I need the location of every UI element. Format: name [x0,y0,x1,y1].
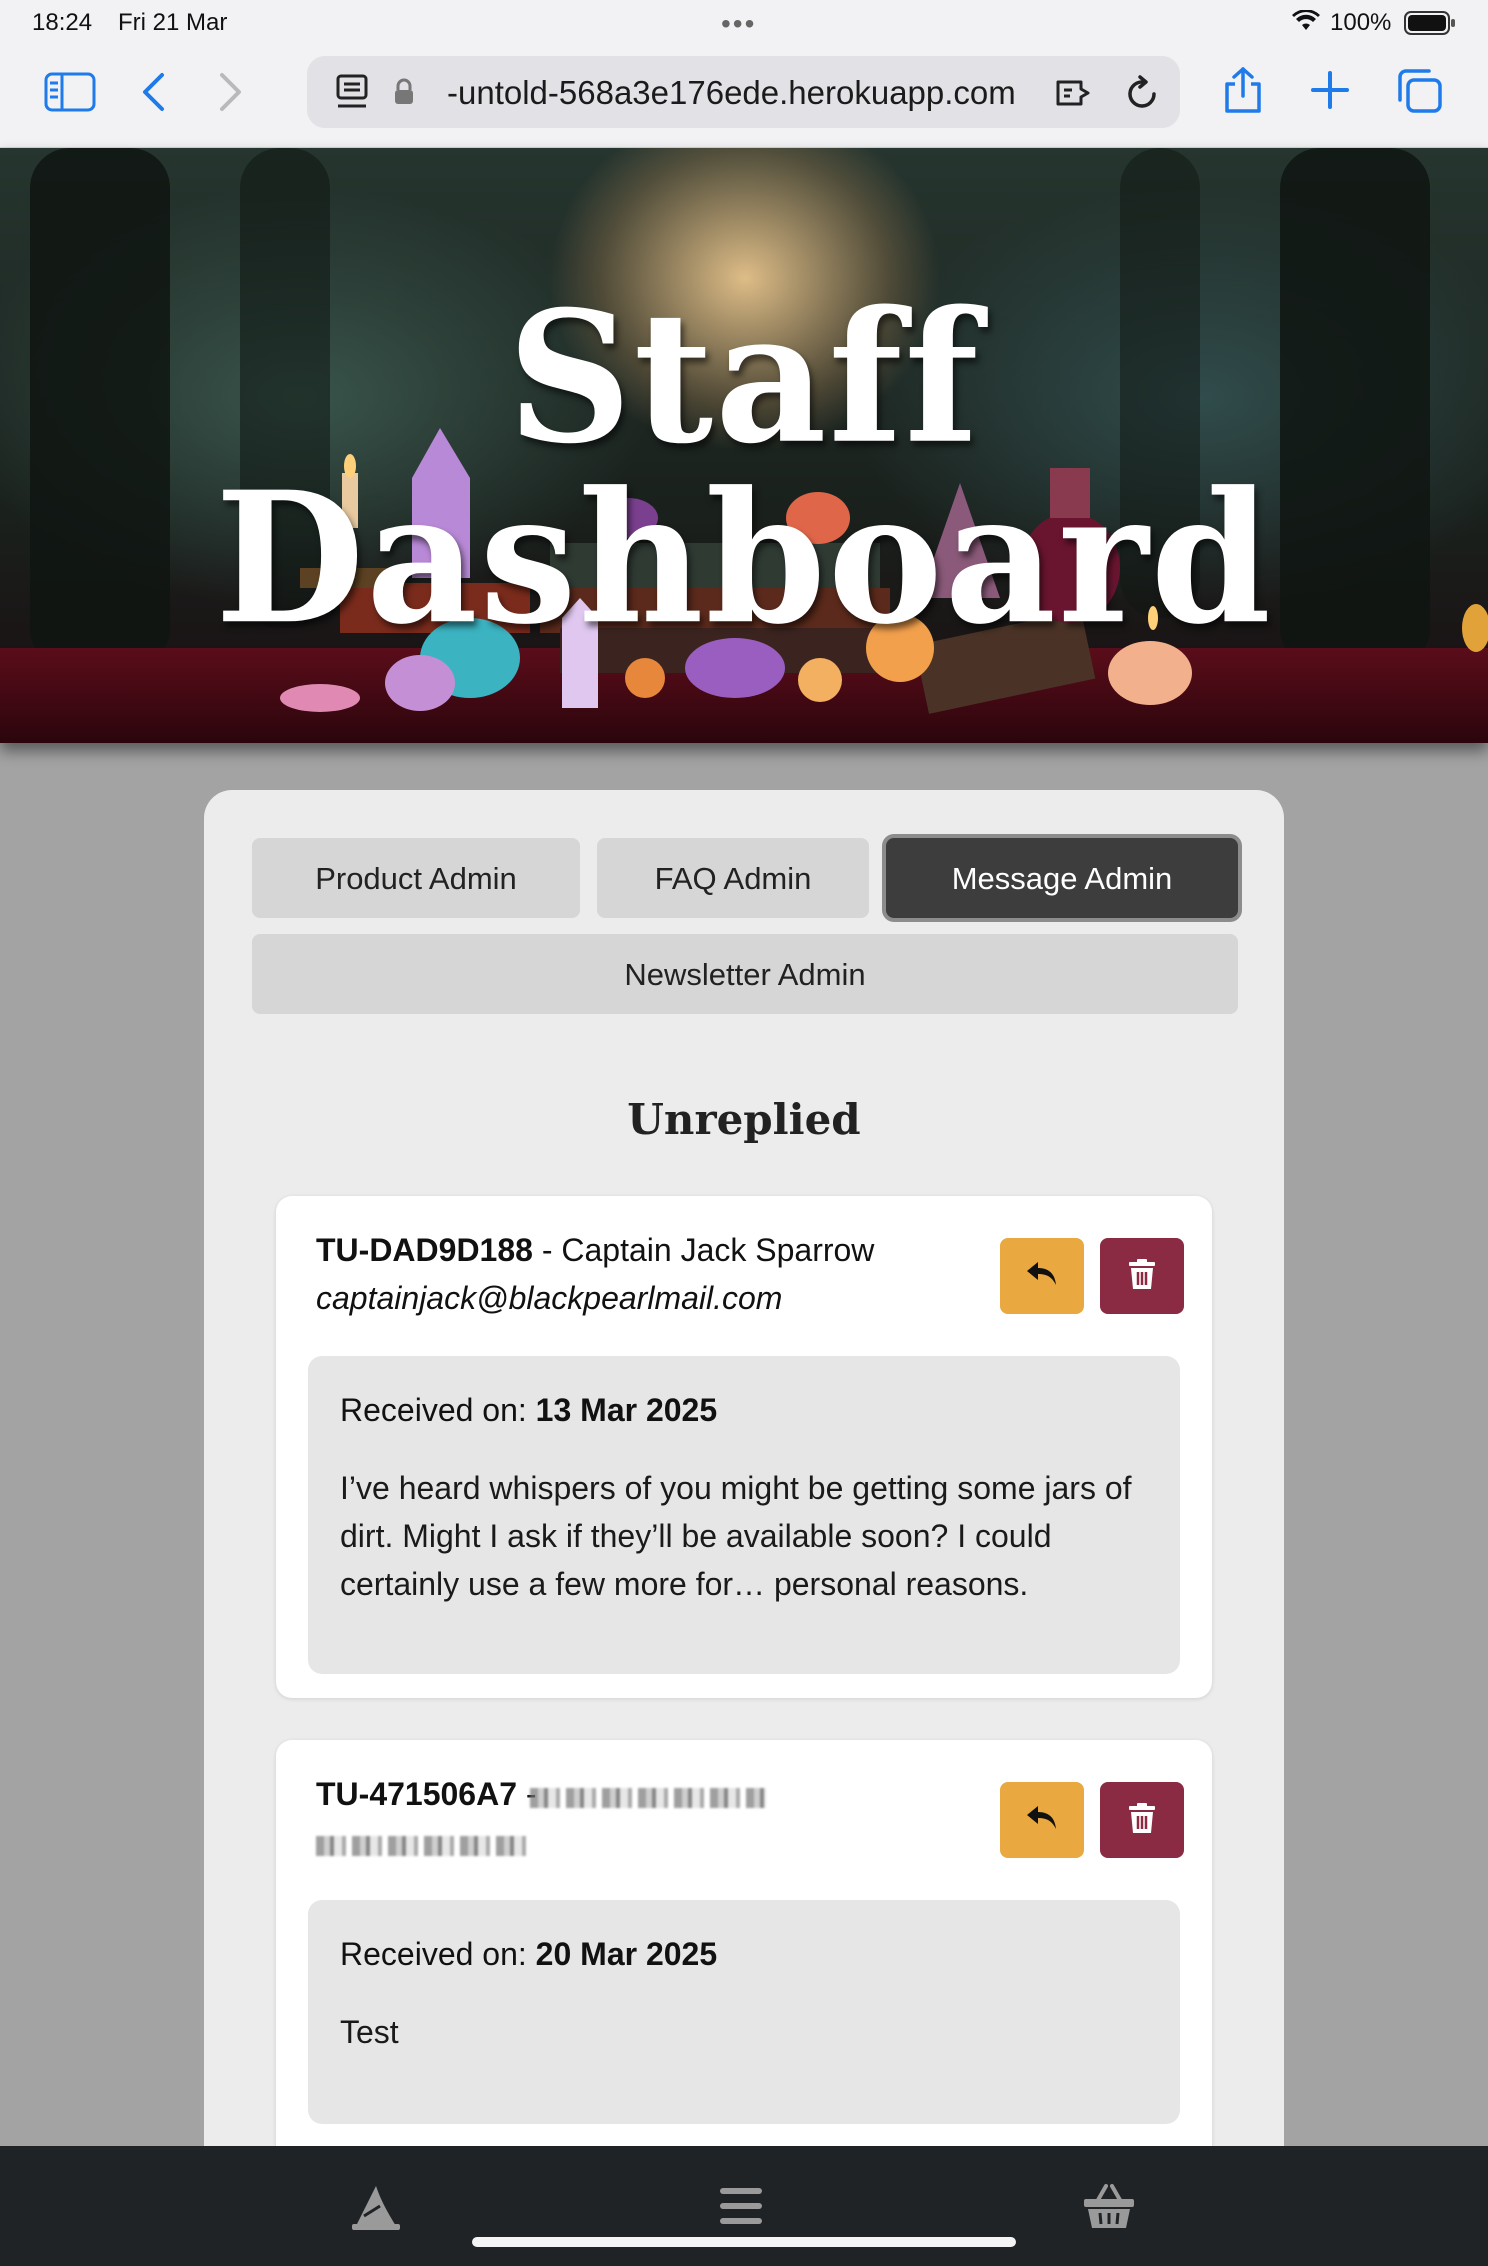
delete-button[interactable] [1100,1782,1184,1858]
forward-icon[interactable] [218,72,244,117]
reply-arrow-icon [1025,1804,1059,1837]
received-label: Received on: [340,1936,527,1972]
reply-button[interactable] [1000,1238,1084,1314]
tab-newsletter-admin[interactable]: Newsletter Admin [252,934,1238,1014]
tab-product-admin[interactable]: Product Admin [252,838,580,918]
sidebar-toggle-icon[interactable] [44,72,96,117]
home-indicator [472,2237,1016,2247]
received-date: 13 Mar 2025 [535,1392,718,1428]
browser-toolbar: -untold-568a3e176ede.herokuapp.com [0,46,1488,148]
extensions-icon[interactable] [1055,76,1097,115]
message-header: TU-471506A7 - [316,1776,537,1813]
reply-button[interactable] [1000,1782,1084,1858]
received-date: 20 Mar 2025 [535,1936,718,1972]
message-body: Received on: 20 Mar 2025 Test [308,1900,1180,2124]
page-title: Staff Dashboard [215,270,1273,665]
page-menu-icon[interactable] [335,74,369,115]
received-line: Received on: 20 Mar 2025 [340,1936,717,1973]
message-reference: TU-DAD9D188 [316,1232,533,1268]
reload-icon[interactable] [1125,74,1161,117]
back-icon[interactable] [140,72,166,117]
message-sender-email: captainjack@blackpearlmail.com [316,1280,783,1316]
message-separator: - [541,1232,553,1268]
wizard-hat-icon[interactable] [350,2182,402,2237]
share-icon[interactable] [1222,66,1264,119]
hamburger-menu-icon[interactable] [718,2186,764,2231]
redacted-sender-email [316,1836,528,1856]
dashboard-card: Product Admin FAQ Admin Message Admin Ne… [204,790,1284,2266]
delete-button[interactable] [1100,1238,1184,1314]
status-bar: 18:24 Fri 21 Mar ••• 100% [0,0,1488,46]
message-body: Received on: 13 Mar 2025 I’ve heard whis… [308,1356,1180,1674]
trash-icon [1128,1802,1156,1839]
status-time: 18:24 [32,9,93,36]
status-date: Fri 21 Mar [118,9,228,36]
message-text: I’ve heard whispers of you might be gett… [340,1470,1132,1602]
basket-icon[interactable] [1082,2182,1136,2235]
tabs-overview-icon[interactable] [1396,68,1444,119]
trash-icon [1128,1258,1156,1295]
redacted-sender-name [530,1788,766,1808]
battery-icon [1404,11,1456,42]
received-label: Received on: [340,1392,527,1428]
lock-icon [393,78,415,111]
url-text: -untold-568a3e176ede.herokuapp.com [447,74,1016,111]
section-title: Unreplied [627,1095,861,1144]
hero-banner: Staff Dashboard [0,148,1488,743]
multitasking-dots-icon[interactable]: ••• [721,8,756,40]
tab-faq-admin[interactable]: FAQ Admin [597,838,869,918]
new-tab-icon[interactable] [1310,70,1350,115]
address-bar[interactable]: -untold-568a3e176ede.herokuapp.com [307,56,1180,128]
wifi-icon [1292,9,1320,39]
message-header: TU-DAD9D188 - Captain Jack Sparrow [316,1232,874,1269]
message-card: TU-DAD9D188 - Captain Jack Sparrow capta… [276,1196,1212,1698]
message-sender-name: Captain Jack Sparrow [561,1232,875,1268]
battery-percent: 100% [1330,9,1392,36]
reply-arrow-icon [1025,1260,1059,1293]
message-reference: TU-471506A7 [316,1776,517,1812]
message-text: Test [340,2014,399,2050]
tab-message-admin[interactable]: Message Admin [886,838,1238,918]
bottom-nav-bar [0,2146,1488,2266]
received-line: Received on: 13 Mar 2025 [340,1392,717,1429]
